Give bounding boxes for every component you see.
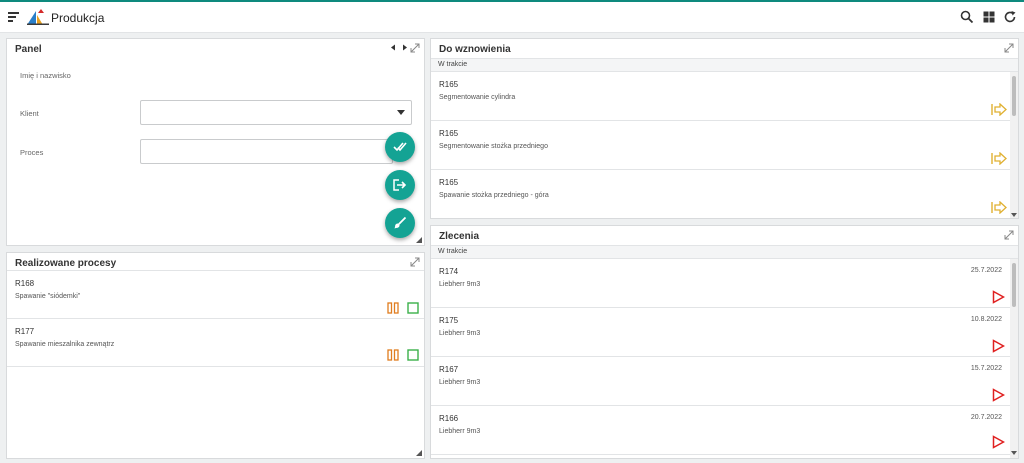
play-icon[interactable] bbox=[992, 339, 1005, 353]
list-item[interactable]: R174 Liebherr 9m3 25.7.2022 bbox=[431, 259, 1010, 308]
order-code: R175 bbox=[439, 316, 459, 325]
check-all-icon bbox=[393, 142, 407, 152]
do-wznowienia-widget: Do wznowienia W trakcie R165 Segmentowan… bbox=[430, 38, 1019, 219]
expand-icon[interactable] bbox=[1004, 43, 1014, 53]
list-item[interactable]: R165 Segmentowanie cylindra bbox=[431, 72, 1010, 121]
order-date: 10.8.2022 bbox=[970, 316, 1002, 323]
zlecenia-widget: Zlecenia W trakcie R174 Liebherr 9m3 25.… bbox=[430, 225, 1019, 459]
search-icon[interactable] bbox=[960, 10, 974, 24]
pause-icon[interactable] bbox=[387, 302, 399, 314]
scroll-down-icon[interactable] bbox=[1011, 451, 1017, 455]
realizowane-title: Realizowane procesy bbox=[15, 258, 117, 269]
chevron-down-icon bbox=[397, 110, 405, 115]
order-code: R166 bbox=[439, 414, 459, 423]
expand-icon[interactable] bbox=[1004, 230, 1014, 240]
order-date: 25.7.2022 bbox=[970, 267, 1002, 274]
play-icon[interactable] bbox=[992, 388, 1005, 402]
order-desc: Liebherr 9m3 bbox=[439, 281, 481, 288]
confirm-button[interactable] bbox=[385, 132, 415, 162]
expand-icon[interactable] bbox=[410, 257, 420, 267]
do-wznowienia-title: Do wznowienia bbox=[439, 44, 511, 55]
scrollbar[interactable] bbox=[1010, 72, 1018, 218]
order-desc: Liebherr 9m3 bbox=[439, 330, 481, 337]
order-desc: Liebherr 9m3 bbox=[439, 428, 481, 435]
refresh-icon[interactable] bbox=[1003, 10, 1017, 24]
process-input[interactable] bbox=[140, 139, 393, 164]
top-bar: Produkcja bbox=[0, 2, 1024, 33]
scroll-down-icon[interactable] bbox=[1011, 213, 1017, 217]
zlecenia-title: Zlecenia bbox=[439, 231, 480, 242]
resume-arrow-icon[interactable] bbox=[991, 103, 1007, 116]
play-icon[interactable] bbox=[992, 435, 1005, 449]
scroll-thumb[interactable] bbox=[1012, 76, 1016, 116]
task-code: R165 bbox=[439, 80, 459, 89]
exit-button[interactable] bbox=[385, 170, 415, 200]
menu-icon[interactable] bbox=[8, 12, 19, 22]
status-subheader: W trakcie bbox=[431, 245, 1018, 259]
resume-arrow-icon[interactable] bbox=[991, 152, 1007, 165]
prev-arrow-icon[interactable] bbox=[390, 44, 396, 51]
order-date: 15.7.2022 bbox=[970, 365, 1002, 372]
list-item[interactable]: R165 Segmentowanie stożka przedniego bbox=[431, 121, 1010, 170]
pause-icon[interactable] bbox=[387, 349, 399, 361]
next-arrow-icon[interactable] bbox=[402, 44, 408, 51]
client-select[interactable] bbox=[140, 100, 412, 125]
scroll-thumb[interactable] bbox=[1012, 263, 1016, 307]
brush-icon bbox=[394, 216, 407, 229]
list-item[interactable]: R165 Spawanie stożka przedniego - góra bbox=[431, 170, 1010, 218]
order-code: R167 bbox=[439, 365, 459, 374]
status-subheader: W trakcie bbox=[431, 58, 1018, 72]
expand-icon[interactable] bbox=[410, 43, 420, 53]
scrollbar[interactable] bbox=[1010, 259, 1018, 458]
list-item[interactable]: R177 Spawanie mieszalnika zewnątrz bbox=[7, 319, 424, 367]
process-desc: Spawanie "siódemki" bbox=[15, 293, 81, 300]
app-logo-icon bbox=[27, 9, 49, 25]
stop-icon[interactable] bbox=[407, 349, 419, 361]
list-item[interactable]: R168 Spawanie "siódemki" bbox=[7, 270, 424, 319]
list-item[interactable]: R166 Liebherr 9m3 20.7.2022 bbox=[431, 406, 1010, 455]
client-label: Klient bbox=[20, 109, 39, 118]
task-desc: Segmentowanie stożka przedniego bbox=[439, 143, 548, 150]
app-title: Produkcja bbox=[51, 11, 105, 25]
list-item[interactable]: R167 Liebherr 9m3 15.7.2022 bbox=[431, 357, 1010, 406]
order-date: 20.7.2022 bbox=[970, 414, 1002, 421]
task-code: R165 bbox=[439, 129, 459, 138]
list-item[interactable]: R175 Liebherr 9m3 10.8.2022 bbox=[431, 308, 1010, 357]
status-label: W trakcie bbox=[438, 61, 468, 68]
task-desc: Segmentowanie cylindra bbox=[439, 94, 516, 101]
status-label: W trakcie bbox=[438, 248, 468, 255]
clear-button[interactable] bbox=[385, 208, 415, 238]
process-code: R168 bbox=[15, 279, 35, 288]
stop-icon[interactable] bbox=[407, 302, 419, 314]
grid-view-icon[interactable] bbox=[982, 10, 996, 24]
resume-arrow-icon[interactable] bbox=[991, 201, 1007, 214]
panel-title: Panel bbox=[15, 44, 42, 55]
task-desc: Spawanie stożka przedniego - góra bbox=[439, 192, 549, 199]
play-icon[interactable] bbox=[992, 290, 1005, 304]
realizowane-procesy-widget: Realizowane procesy R168 Spawanie "sióde… bbox=[6, 252, 425, 459]
panel-widget: Panel Imię i nazwisko Klient Proces bbox=[6, 38, 425, 246]
order-desc: Liebherr 9m3 bbox=[439, 379, 481, 386]
exit-icon bbox=[393, 179, 407, 191]
process-desc: Spawanie mieszalnika zewnątrz bbox=[15, 341, 115, 348]
name-label: Imię i nazwisko bbox=[20, 71, 71, 80]
task-code: R165 bbox=[439, 178, 459, 187]
resize-handle-icon[interactable] bbox=[416, 237, 422, 243]
process-code: R177 bbox=[15, 327, 35, 336]
order-code: R174 bbox=[439, 267, 459, 276]
process-label: Proces bbox=[20, 148, 44, 157]
resize-handle-icon[interactable] bbox=[416, 450, 422, 456]
